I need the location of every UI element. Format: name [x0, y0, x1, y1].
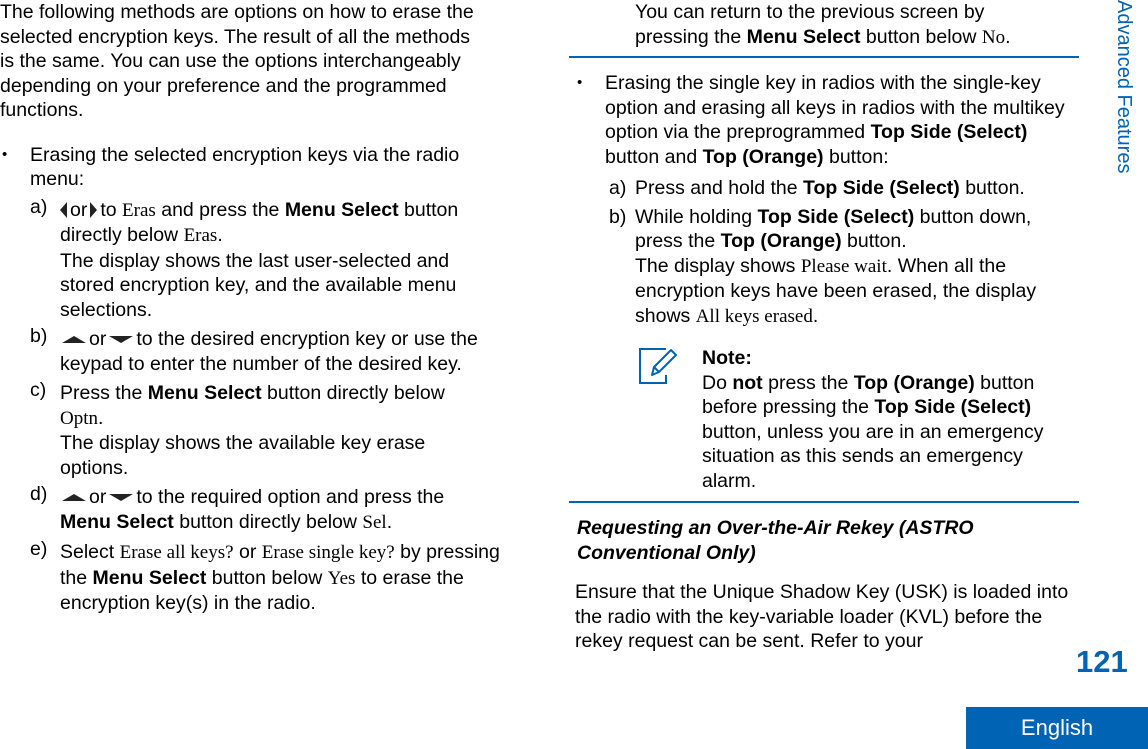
display-text: Optn [60, 407, 98, 429]
step-text: to the required option and press the [136, 486, 445, 508]
display-text: Erase single key? [261, 542, 395, 563]
language-tab: English [966, 707, 1148, 749]
step-result: The display shows the available key eras… [60, 432, 426, 479]
step-text: or [239, 541, 257, 563]
note-text: button, unless you are in an emergency s… [702, 420, 1044, 492]
note-box: Note: Do not press the Top (Orange) butt… [702, 346, 1072, 493]
step-b: b) While holding Top Side (Select) butto… [575, 205, 1055, 330]
bullet-marker: • [2, 145, 8, 163]
step-text: to the desired encryption key or use the… [60, 328, 478, 375]
step-text: button directly below [267, 382, 445, 404]
step-result: The display shows the last user-selected… [60, 249, 457, 321]
step-text: While holding [635, 205, 753, 228]
section-heading: Requesting an Over-the-Air Rekey (ASTRO … [577, 517, 974, 564]
button-name: Menu Select [147, 382, 262, 404]
step-text: button below [865, 25, 977, 48]
step-text: . [1005, 25, 1011, 48]
step-text: or [70, 198, 88, 221]
button-name: Top Side (Select) [870, 121, 1028, 143]
display-text: Yes [327, 567, 356, 589]
step-b: b) or to the desired encryption key or us… [0, 325, 480, 376]
step-text: . [217, 224, 223, 246]
left-column: The following methods are options on how… [0, 0, 500, 616]
button-name: Top (Orange) [853, 371, 975, 394]
left-arrow-icon [60, 202, 67, 219]
button-name: Top Side (Select) [757, 205, 915, 228]
step-text: Press and hold the [635, 177, 798, 199]
right-arrow-icon [90, 202, 98, 219]
step-text: and press the [161, 198, 280, 221]
down-arrow-icon [109, 494, 134, 502]
page-number: 121 [1076, 644, 1128, 679]
step-label: a) [30, 195, 48, 218]
step-text: button. [965, 177, 1025, 199]
bullet-radio-menu: • Erasing the selected encryption keys v… [0, 143, 495, 192]
display-text: No [981, 26, 1006, 48]
display-text: Please wait [800, 255, 887, 277]
step-result: . [812, 304, 819, 327]
note-text: Do [702, 371, 727, 394]
bullet-text: button and [605, 145, 698, 168]
step-a: a) Press and hold the Top Side (Select) … [575, 176, 1075, 201]
divider-bottom [569, 501, 1079, 503]
up-arrow-icon [62, 494, 86, 502]
button-name: Menu Select [746, 25, 861, 48]
step-c: c) Press the Menu Select button directly… [0, 379, 480, 480]
step-text: button. [847, 230, 907, 252]
step-text: to [100, 198, 117, 221]
display-text: Eras [122, 199, 156, 221]
chapter-title: Advanced Features [1113, 0, 1135, 174]
note-text: press the [768, 371, 849, 394]
step-text: Select [60, 541, 115, 563]
step-label: b) [609, 205, 627, 228]
bullet-marker: • [577, 74, 583, 91]
step-text: or [89, 486, 107, 508]
step-text: . [386, 510, 393, 533]
button-name: Top Side (Select) [874, 396, 1032, 418]
step-text: or [89, 328, 107, 350]
button-name: Top (Orange) [702, 145, 824, 168]
step-label: e) [30, 538, 48, 560]
step-text: . [98, 406, 104, 429]
section-paragraph: Ensure that the Unique Shadow Key (USK) … [575, 581, 1069, 652]
button-name: Top Side (Select) [803, 177, 960, 199]
step-text: button directly below [179, 510, 357, 533]
display-text: Eras [183, 225, 218, 246]
pencil-note-icon [639, 348, 677, 384]
up-arrow-icon [62, 336, 86, 344]
note-title: Note: [702, 347, 752, 369]
intro-paragraph: The following methods are options on how… [0, 1, 474, 121]
step-label: c) [30, 379, 47, 401]
note-emphasis: not [732, 371, 763, 394]
step-label: a) [609, 177, 627, 199]
step-text: button below [211, 566, 323, 589]
continued-step-note: You can return to the previous screen by… [635, 0, 1055, 50]
step-d: d) or to the required option and press th… [0, 483, 480, 535]
bullet-top-buttons: • Erasing the single key in radios with … [575, 71, 1075, 329]
display-text: Erase all keys? [119, 542, 234, 563]
button-name: Menu Select [92, 566, 207, 589]
step-label: b) [30, 325, 48, 347]
display-text: Sel [362, 511, 387, 533]
step-e: e) Select Erase all keys? or Erase singl… [0, 538, 500, 616]
step-label: d) [30, 483, 48, 505]
step-text: Press the [60, 382, 143, 404]
bullet-text: button: [828, 145, 889, 168]
divider-top [569, 56, 1079, 58]
button-name: Top (Orange) [720, 230, 842, 252]
button-name: Menu Select [60, 510, 174, 533]
button-name: Menu Select [284, 198, 399, 221]
bullet-text: Erasing the selected encryption keys via… [30, 143, 460, 191]
down-arrow-icon [109, 336, 134, 344]
step-a: a) or to Eras and press the Menu Select b… [0, 195, 500, 323]
step-result: The display shows [635, 254, 796, 277]
display-text: All keys erased [695, 305, 813, 327]
